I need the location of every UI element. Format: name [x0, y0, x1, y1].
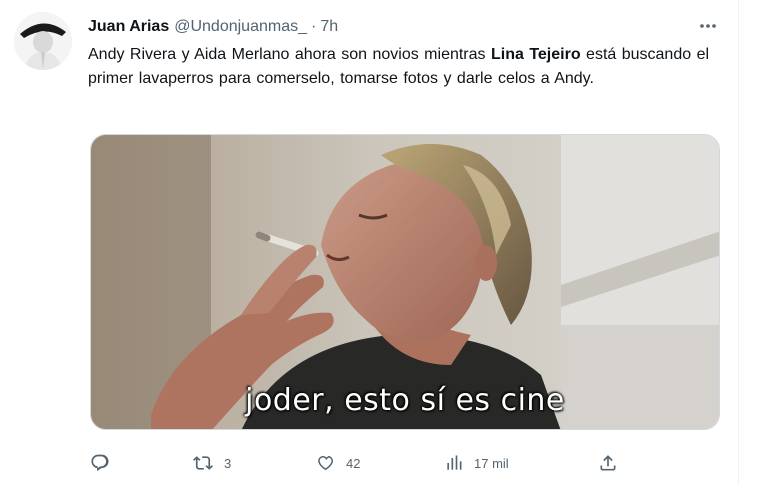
timestamp[interactable]: 7h — [320, 18, 338, 36]
tweet-text-mention: Lina Tejeiro — [490, 46, 581, 63]
tweet-actions: 3 42 17 mil — [84, 448, 644, 478]
tweet-text-part1: Andy Rivera y Aida Merlano ahora son nov… — [88, 46, 491, 63]
page: Juan Arias @Undonjuanmas_ · 7h Andy Rive… — [0, 0, 758, 485]
avatar[interactable] — [14, 12, 72, 70]
display-name[interactable]: Juan Arias — [88, 18, 169, 36]
media-caption: joder, esto sí es cine — [245, 383, 565, 418]
tweet-text: Andy Rivera y Aida Merlano ahora son nov… — [88, 43, 718, 91]
views-icon — [447, 455, 462, 470]
more-options-button[interactable] — [696, 16, 720, 36]
share-icon — [600, 455, 616, 471]
share-button[interactable] — [598, 448, 618, 478]
more-horizontal-icon — [700, 24, 716, 28]
separator-dot: · — [310, 18, 317, 35]
retweet-button[interactable]: 3 — [192, 448, 231, 478]
like-button[interactable]: 42 — [316, 448, 360, 478]
retweet-icon — [193, 456, 213, 470]
column-border — [738, 0, 739, 485]
tweet-header: Juan Arias @Undonjuanmas_ · 7h — [88, 16, 338, 38]
like-count: 42 — [346, 455, 361, 471]
reply-icon — [91, 454, 109, 472]
user-handle[interactable]: @Undonjuanmas_ — [174, 18, 307, 36]
views-count: 17 mil — [474, 455, 509, 471]
heart-icon — [318, 455, 334, 471]
retweet-count: 3 — [224, 455, 232, 471]
reply-button[interactable] — [90, 448, 120, 478]
views-button[interactable]: 17 mil — [444, 448, 509, 478]
tweet-media[interactable]: joder, esto sí es cine — [90, 134, 720, 430]
tweet[interactable]: Juan Arias @Undonjuanmas_ · 7h Andy Rive… — [0, 0, 738, 485]
